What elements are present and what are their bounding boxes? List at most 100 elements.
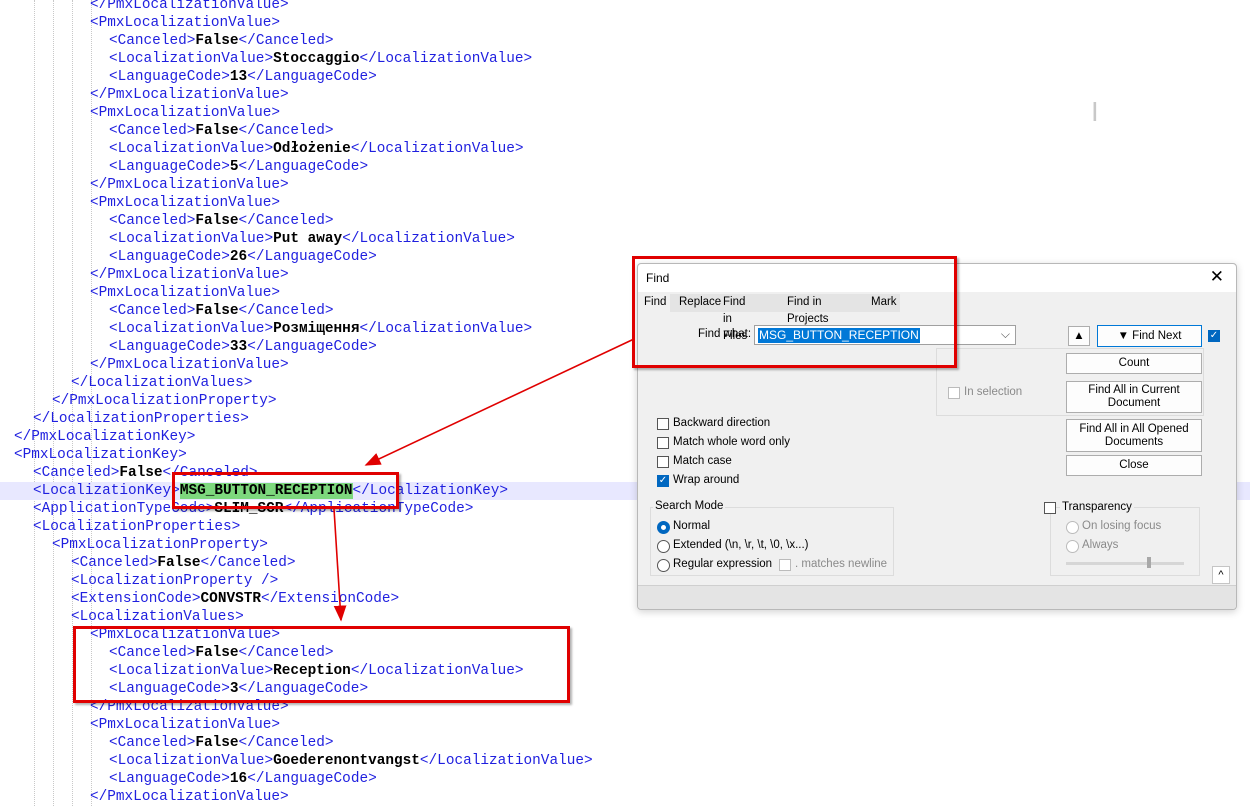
- find-all-current-button[interactable]: Find All in Current Document: [1066, 381, 1202, 413]
- tab-replace[interactable]: Replace: [677, 294, 723, 311]
- matches-newline-checkbox[interactable]: [779, 559, 791, 571]
- xml-tag: <LanguageCode>: [109, 339, 230, 355]
- wrap-around-checkbox[interactable]: ✓: [657, 475, 669, 487]
- code-line[interactable]: </PmxLocalizationValue>: [0, 176, 1250, 194]
- match-whole-word-checkbox[interactable]: [657, 437, 669, 449]
- xml-tag: </PmxLocalizationValue>: [90, 0, 289, 13]
- tab-find-in-files[interactable]: Find in Files: [721, 294, 749, 342]
- xml-value: False: [195, 645, 239, 661]
- xml-tag: <PmxLocalizationKey>: [14, 447, 187, 463]
- regex-radio[interactable]: [657, 559, 670, 572]
- find-what-input[interactable]: MSG_BUTTON_RECEPTION ⌵: [754, 325, 1016, 345]
- code-line[interactable]: <LanguageCode>16</LanguageCode>: [0, 770, 1250, 788]
- code-line[interactable]: <LocalizationValues>: [0, 608, 1250, 626]
- xml-tag: </LocalizationValue>: [342, 231, 515, 247]
- xml-tag: </Canceled>: [238, 123, 334, 139]
- close-button[interactable]: Close: [1066, 455, 1202, 476]
- transparency-slider-track: [1066, 562, 1184, 565]
- match-case-checkbox[interactable]: [657, 456, 669, 468]
- find-previous-button[interactable]: ▲: [1068, 326, 1090, 346]
- close-label: Close: [1119, 459, 1149, 471]
- tab-find-in-projects[interactable]: Find in Projects: [785, 294, 831, 325]
- code-line[interactable]: <PmxLocalizationValue>: [0, 14, 1250, 32]
- code-line[interactable]: <LanguageCode>3</LanguageCode>: [0, 680, 1250, 698]
- find-next-toggle-checkbox[interactable]: ✓: [1208, 330, 1220, 342]
- code-line[interactable]: <PmxLocalizationValue>: [0, 194, 1250, 212]
- xml-tag: <LocalizationProperty />: [71, 573, 279, 589]
- xml-tag: <LocalizationValue>: [109, 753, 274, 769]
- close-icon[interactable]: ✕: [1210, 267, 1224, 287]
- dialog-titlebar: Find ✕: [638, 264, 1236, 292]
- transparency-slider-thumb[interactable]: [1147, 557, 1151, 568]
- xml-tag: <LocalizationProperties>: [33, 519, 241, 535]
- on-losing-focus-radio[interactable]: [1066, 521, 1079, 534]
- dialog-title: Find: [646, 271, 670, 285]
- extended-radio[interactable]: [657, 540, 670, 553]
- xml-tag: <Canceled>: [71, 555, 158, 571]
- xml-value: 16: [229, 771, 248, 787]
- matches-newline-label: . matches newline: [795, 558, 888, 570]
- xml-tag: </LocalizationValue>: [350, 141, 524, 157]
- xml-tag: <ExtensionCode>: [71, 591, 201, 607]
- in-selection-checkbox[interactable]: [948, 387, 960, 399]
- code-line[interactable]: <Canceled>False</Canceled>: [0, 734, 1250, 752]
- xml-tag: </LanguageCode>: [247, 69, 377, 85]
- xml-tag: <PmxLocalizationValue>: [90, 627, 280, 643]
- xml-tag: </LocalizationProperties>: [33, 411, 249, 427]
- xml-value: 3: [229, 681, 239, 697]
- xml-value: False: [119, 465, 163, 481]
- transparency-label: Transparency: [1060, 501, 1134, 513]
- code-line[interactable]: <Canceled>False</Canceled>: [0, 32, 1250, 50]
- xml-value: 13: [229, 69, 248, 85]
- always-radio[interactable]: [1066, 540, 1079, 553]
- regex-label: Regular expression: [673, 558, 773, 570]
- find-next-button[interactable]: ▼ Find Next: [1097, 325, 1202, 347]
- code-line[interactable]: <LocalizationValue>Goederenontvangst</Lo…: [0, 752, 1250, 770]
- dialog-statusbar: [638, 585, 1236, 609]
- collapse-button[interactable]: ^: [1212, 566, 1230, 584]
- code-line[interactable]: <LocalizationValue>Reception</Localizati…: [0, 662, 1250, 680]
- code-line[interactable]: <PmxLocalizationValue>: [0, 104, 1250, 122]
- caret-up-icon: ^: [1218, 569, 1224, 581]
- transparency-checkbox[interactable]: [1044, 502, 1056, 514]
- xml-tag: </LocalizationValues>: [71, 375, 253, 391]
- code-line[interactable]: </PmxLocalizationValue>: [0, 0, 1250, 14]
- chevron-down-icon[interactable]: ⌵: [1001, 327, 1010, 342]
- always-label: Always: [1082, 539, 1119, 551]
- code-line[interactable]: <LanguageCode>5</LanguageCode>: [0, 158, 1250, 176]
- xml-tag: <Canceled>: [109, 213, 196, 229]
- code-line[interactable]: </PmxLocalizationValue>: [0, 86, 1250, 104]
- xml-tag: </PmxLocalizationValue>: [90, 87, 289, 103]
- xml-tag: <PmxLocalizationValue>: [90, 105, 280, 121]
- code-line[interactable]: <Canceled>False</Canceled>: [0, 212, 1250, 230]
- xml-value: False: [195, 303, 239, 319]
- code-line[interactable]: <LanguageCode>13</LanguageCode>: [0, 68, 1250, 86]
- code-line[interactable]: </PmxLocalizationValue>: [0, 698, 1250, 716]
- code-line[interactable]: <PmxLocalizationValue>: [0, 626, 1250, 644]
- backward-direction-checkbox[interactable]: [657, 418, 669, 430]
- find-next-label: ▼ Find Next: [1117, 329, 1182, 342]
- find-what-label: Find what:: [698, 328, 752, 340]
- wrap-around-label: Wrap around: [673, 474, 740, 486]
- find-what-value: MSG_BUTTON_RECEPTION: [758, 328, 920, 343]
- code-line[interactable]: <PmxLocalizationValue>: [0, 716, 1250, 734]
- code-line[interactable]: <LocalizationValue>Stoccaggio</Localizat…: [0, 50, 1250, 68]
- xml-tag: </LocalizationValue>: [350, 663, 524, 679]
- code-line[interactable]: <Canceled>False</Canceled>: [0, 122, 1250, 140]
- xml-tag: <PmxLocalizationValue>: [90, 195, 280, 211]
- find-all-opened-button[interactable]: Find All in All Opened Documents: [1066, 419, 1202, 452]
- code-line[interactable]: <Canceled>False</Canceled>: [0, 644, 1250, 662]
- xml-tag: </PmxLocalizationValue>: [90, 267, 289, 283]
- count-button[interactable]: Count: [1066, 353, 1202, 374]
- xml-tag: <LocalizationValue>: [109, 51, 274, 67]
- in-selection-label: In selection: [964, 386, 1023, 398]
- code-line[interactable]: </PmxLocalizationValue>: [0, 788, 1250, 806]
- tab-find[interactable]: Find: [642, 294, 669, 311]
- code-line[interactable]: <LocalizationValue>Odłożenie</Localizati…: [0, 140, 1250, 158]
- match-whole-word-label: Match whole word only: [673, 436, 790, 448]
- search-match: MSG_BUTTON_RECEPTION: [179, 483, 353, 499]
- tab-mark[interactable]: Mark: [869, 294, 899, 311]
- code-line[interactable]: <LocalizationValue>Put away</Localizatio…: [0, 230, 1250, 248]
- find-all-opened-label: Find All in All Opened Documents: [1079, 422, 1189, 448]
- normal-radio[interactable]: [657, 521, 670, 534]
